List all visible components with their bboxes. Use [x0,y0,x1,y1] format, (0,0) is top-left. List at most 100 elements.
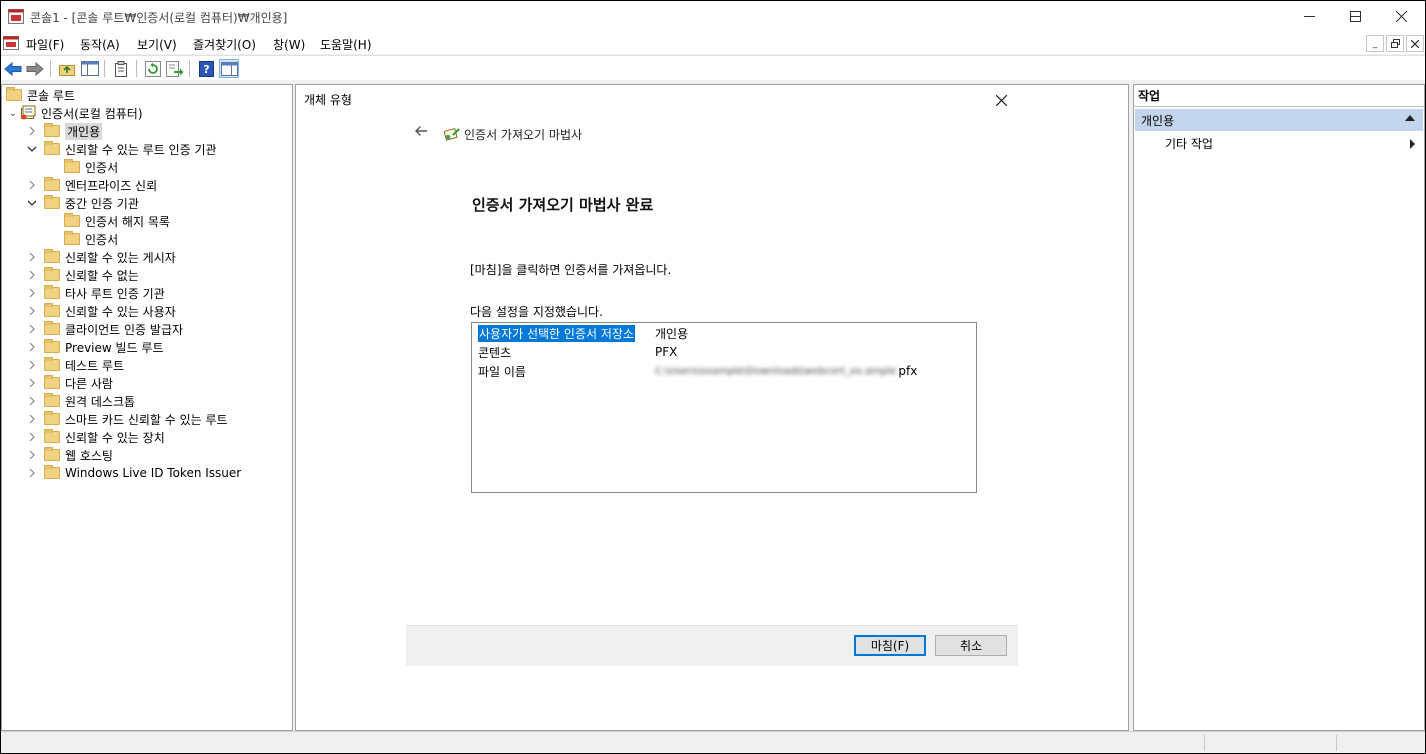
console-window-icon[interactable] [3,35,19,51]
child-minimize-button[interactable]: _ [1366,35,1384,52]
up-one-level-button[interactable] [57,59,77,78]
submenu-arrow-icon [1410,139,1415,149]
wizard-dialog: 개체 유형 인증서 가져오기 마법사 인증서 가져오기 마법사 완료 [마침]을… [295,84,1129,731]
chevron-right-icon[interactable] [26,356,38,374]
chevron-right-icon[interactable] [26,410,38,428]
tree-node[interactable]: 원격 데스크톱 [29,392,136,410]
tree-node[interactable]: 타사 루트 인증 기관 [29,284,165,302]
close-button[interactable] [1378,1,1424,32]
folder-icon [44,249,60,263]
chevron-right-icon[interactable] [26,374,38,392]
tree-node[interactable]: 신뢰할 수 있는 장치 [29,428,165,446]
menu-view[interactable]: 보기(V) [137,36,177,53]
finish-button[interactable]: 마침(F) [854,635,926,656]
export-list-icon [166,60,184,77]
folder-icon [44,123,60,137]
properties-button[interactable] [111,59,131,78]
tree-node[interactable]: 신뢰할 수 있는 사용자 [29,302,176,320]
maximize-button[interactable] [1332,1,1378,32]
actions-group-personal[interactable]: 개인용 [1135,109,1423,131]
back-button[interactable] [3,59,23,78]
more-actions-item[interactable]: 기타 작업 [1165,135,1213,152]
help-button[interactable]: ? [196,59,216,78]
tree-node-label: Windows Live ID Token Issuer [65,466,242,480]
folder-icon [44,195,60,209]
tree-node[interactable]: 개인용 [29,122,103,140]
tree-node-label: 신뢰할 수 있는 장치 [65,430,165,445]
tree-node[interactable]: 신뢰할 수 있는 게시자 [29,248,176,266]
menu-favorites[interactable]: 즐겨찾기(O) [193,36,256,53]
tree-node-label: 인증서 [85,160,119,175]
chevron-right-icon[interactable] [26,284,38,302]
menu-file[interactable]: 파일(F) [26,36,64,53]
tree-node-label: 원격 데스크톱 [65,394,136,409]
tree-node-certificates-local-computer[interactable]: ⌄ 인증서(로컬 컴퓨터) [6,104,143,122]
tree-node[interactable]: 엔터프라이즈 신뢰 [29,176,157,194]
tree-node[interactable]: 인증서 [64,158,118,176]
show-hide-action-pane-button[interactable] [219,59,239,78]
setting-key: 사용자가 선택한 인증서 저장소 [478,324,635,342]
chevron-right-icon[interactable] [26,122,38,140]
refresh-button[interactable] [143,59,163,78]
minimize-icon: _ [1372,38,1378,49]
tree-node[interactable]: 웹 호스팅 [29,446,113,464]
toolbar-separator [50,60,51,77]
tree-node[interactable]: 클라이언트 인증 발급자 [29,320,183,338]
wizard-close-button[interactable] [995,94,1008,110]
tree-node[interactable]: Windows Live ID Token Issuer [29,464,242,482]
setting-value: 개인용 [655,326,689,341]
tree-node-label: 신뢰할 수 없는 [65,268,139,283]
tree-node-label: 스마트 카드 신뢰할 수 있는 루트 [65,412,228,427]
window-title: 콘솔1 - [콘솔 루트₩인증서(로컬 컴퓨터)₩개인용] [30,11,288,25]
chevron-right-icon[interactable] [26,176,38,194]
chevron-right-icon[interactable] [26,266,38,284]
chevron-right-icon[interactable] [26,392,38,410]
settings-row[interactable]: 사용자가 선택한 인증서 저장소 [478,324,635,342]
forward-button[interactable] [25,59,45,78]
chevron-right-icon[interactable] [26,464,38,482]
export-list-button[interactable] [165,59,185,78]
menu-action[interactable]: 동작(A) [80,36,120,53]
show-hide-tree-button[interactable] [80,59,100,78]
settings-list[interactable]: 사용자가 선택한 인증서 저장소 개인용 콘텐츠 PFX 파일 이름 C:\Us… [471,322,977,493]
settings-row[interactable]: 파일 이름 [478,362,526,380]
tree-node-console-root[interactable]: 콘솔 루트 [6,86,75,104]
child-restore-button[interactable] [1386,35,1404,52]
tree-node-label: 신뢰할 수 있는 게시자 [65,250,176,265]
minimize-icon [1303,16,1315,17]
tree-node[interactable]: 다른 사람 [29,374,113,392]
wizard-heading: 인증서 가져오기 마법사 완료 [472,196,654,214]
show-hide-action-pane-icon [220,61,238,76]
settings-row[interactable]: 콘텐츠 [478,343,511,361]
chevron-down-icon[interactable] [26,194,38,212]
menu-window[interactable]: 창(W) [273,36,305,53]
chevron-down-icon[interactable]: ⌄ [6,104,20,122]
tree-node[interactable]: 인증서 [64,230,118,248]
tree-node[interactable]: 스마트 카드 신뢰할 수 있는 루트 [29,410,228,428]
chevron-right-icon[interactable] [26,248,38,266]
folder-icon [44,303,60,317]
wizard-back-button[interactable] [414,125,428,141]
collapse-up-icon[interactable] [1405,115,1415,121]
cancel-button[interactable]: 취소 [935,635,1007,656]
folder-icon [6,87,22,101]
folder-icon [44,465,60,479]
status-bar [1,731,1425,753]
tree-node[interactable]: 신뢰할 수 없는 [29,266,139,284]
minimize-button[interactable] [1286,1,1332,32]
tree-node[interactable]: 테스트 루트 [29,356,124,374]
tree-node[interactable]: Preview 빌드 루트 [29,338,164,356]
chevron-right-icon[interactable] [26,302,38,320]
child-close-button[interactable] [1406,35,1424,52]
tree-node[interactable]: 중간 인증 기관 [27,194,139,212]
svg-text:?: ? [203,63,209,76]
menu-help[interactable]: 도움말(H) [320,36,372,53]
chevron-down-icon[interactable] [26,140,38,158]
tree-node[interactable]: 인증서 해지 목록 [64,212,170,230]
chevron-right-icon[interactable] [26,320,38,338]
chevron-right-icon[interactable] [26,446,38,464]
chevron-right-icon[interactable] [26,428,38,446]
folder-icon [44,393,60,407]
chevron-right-icon[interactable] [26,338,38,356]
tree-node[interactable]: 신뢰할 수 있는 루트 인증 기관 [27,140,217,158]
